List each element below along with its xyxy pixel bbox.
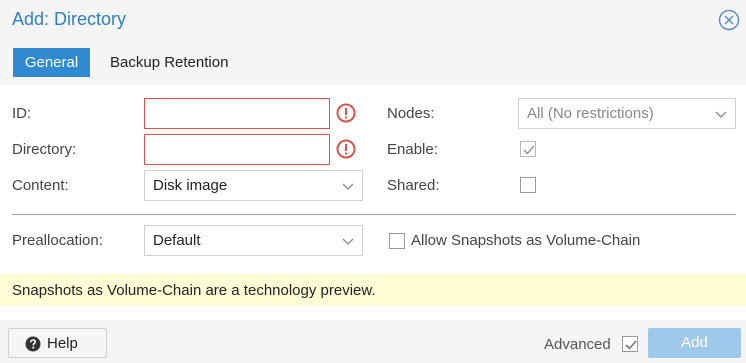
preallocation-label: Preallocation: [12,232,103,249]
allow-snapshots-label[interactable]: Allow Snapshots as Volume-Chain [411,232,640,249]
directory-warning-icon [336,139,356,159]
tab-general[interactable]: General [13,48,90,77]
check-icon [523,145,535,155]
tab-backup-retention[interactable]: Backup Retention [110,48,228,77]
nodes-label: Nodes: [387,105,435,122]
id-warning-icon [336,103,356,123]
help-button[interactable]: Help [8,328,107,358]
add-button[interactable]: Add [648,328,741,358]
chevron-down-icon [342,238,354,245]
content-label: Content: [12,177,69,194]
notice-text: Snapshots as Volume-Chain are a technolo… [12,282,376,299]
enable-label: Enable: [387,141,438,158]
directory-input[interactable] [145,135,329,164]
content-value: Disk image [153,177,228,194]
dialog-title: Add: Directory [12,9,127,29]
directory-field[interactable] [144,134,330,165]
shared-label: Shared: [387,177,440,194]
section-divider [12,214,736,215]
content-select[interactable]: Disk image [144,170,363,201]
advanced-checkbox[interactable] [622,336,638,352]
technology-preview-notice: Snapshots as Volume-Chain are a technolo… [0,274,746,306]
question-circle-icon [25,336,41,352]
id-field[interactable] [144,98,330,129]
preallocation-select[interactable]: Default [144,225,363,256]
dialog-footer: Help Advanced Add [0,320,746,363]
chevron-down-icon [715,111,727,118]
shared-checkbox[interactable] [520,177,536,193]
enable-checkbox[interactable] [520,141,536,157]
id-label: ID: [12,105,32,122]
nodes-select[interactable]: All (No restrictions) [518,98,736,129]
preallocation-value: Default [153,232,201,249]
allow-snapshots-checkbox[interactable] [389,233,405,249]
id-input[interactable] [145,99,329,128]
dialog-header: Add: Directory [0,0,746,40]
nodes-value: All (No restrictions) [527,105,654,122]
close-icon[interactable] [718,9,740,31]
advanced-label[interactable]: Advanced [544,336,611,353]
directory-label: Directory: [12,141,77,158]
help-button-label: Help [47,335,78,352]
tab-bar: General Backup Retention [0,40,746,85]
chevron-down-icon [342,183,354,190]
check-icon [625,340,637,350]
